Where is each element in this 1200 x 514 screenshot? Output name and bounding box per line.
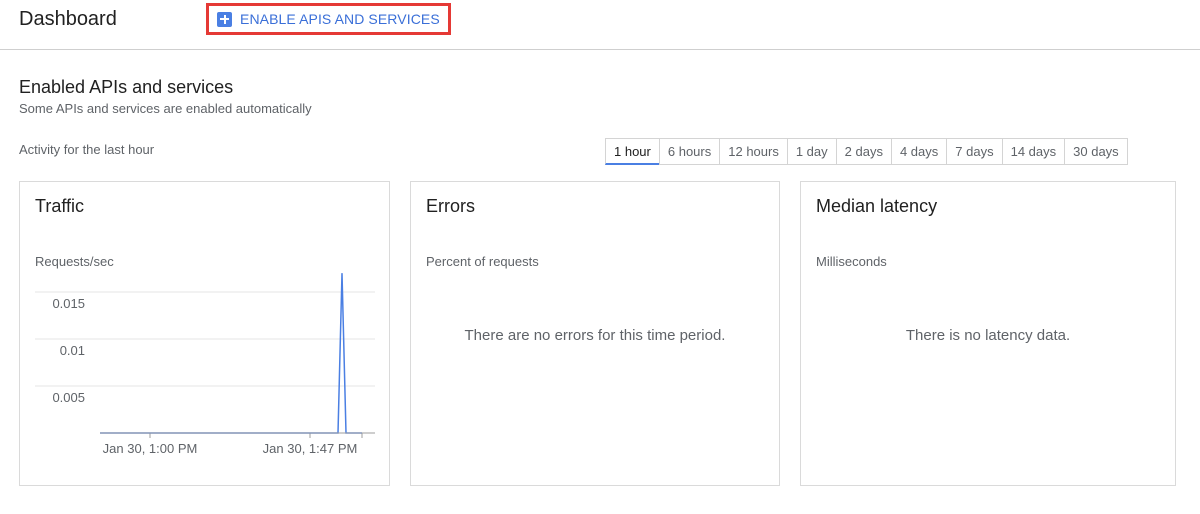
traffic-chart: 0.015 0.01 0.005 Jan 30, 1:00 PM Jan 30, 1:4…: [35, 273, 375, 456]
enable-apis-label: ENABLE APIS AND SERVICES: [240, 11, 440, 27]
range-6-hours[interactable]: 6 hours: [658, 138, 721, 165]
traffic-series-line: [100, 273, 362, 434]
latency-empty-message: There is no latency data.: [905, 327, 1071, 344]
errors-card: Errors Percent of requests There are no …: [410, 181, 780, 486]
y-tick-label: 0.005: [52, 390, 85, 405]
range-12-hours[interactable]: 12 hours: [719, 138, 788, 165]
range-1-hour[interactable]: 1 hour: [605, 138, 660, 165]
errors-title: Errors: [426, 196, 475, 216]
errors-metric-label: Percent of requests: [426, 254, 539, 269]
top-bar: Dashboard ENABLE APIS AND SERVICES: [0, 0, 1200, 50]
enable-apis-button[interactable]: ENABLE APIS AND SERVICES: [206, 3, 451, 35]
errors-empty-message: There are no errors for this time period…: [464, 327, 726, 344]
traffic-card: Traffic Requests/sec 0.015 0.01 0.005 Jan 3…: [19, 181, 390, 486]
y-tick-label: 0.01: [60, 343, 85, 358]
x-tick-label: Jan 30, 1:47 PM: [263, 441, 358, 456]
page-title: Dashboard: [19, 8, 117, 30]
latency-card: Median latency Milliseconds There is no …: [800, 181, 1176, 486]
latency-metric-label: Milliseconds: [816, 254, 887, 269]
latency-title: Median latency: [816, 196, 938, 216]
section-subtitle: Some APIs and services are enabled autom…: [19, 101, 312, 116]
range-1-day[interactable]: 1 day: [786, 138, 837, 165]
range-4-days[interactable]: 4 days: [890, 138, 948, 165]
y-tick-label: 0.015: [52, 296, 85, 311]
activity-label: Activity for the last hour: [19, 142, 155, 157]
section-title: Enabled APIs and services: [19, 77, 234, 97]
time-range-selector: 1 hour 6 hours 12 hours 1 day 2 days 4 d…: [605, 138, 1128, 165]
x-tick-label: Jan 30, 1:00 PM: [103, 441, 198, 456]
range-30-days[interactable]: 30 days: [1064, 138, 1128, 165]
range-14-days[interactable]: 14 days: [1001, 138, 1066, 165]
range-7-days[interactable]: 7 days: [946, 138, 1003, 165]
plus-icon: [217, 11, 232, 27]
range-2-days[interactable]: 2 days: [835, 138, 892, 165]
